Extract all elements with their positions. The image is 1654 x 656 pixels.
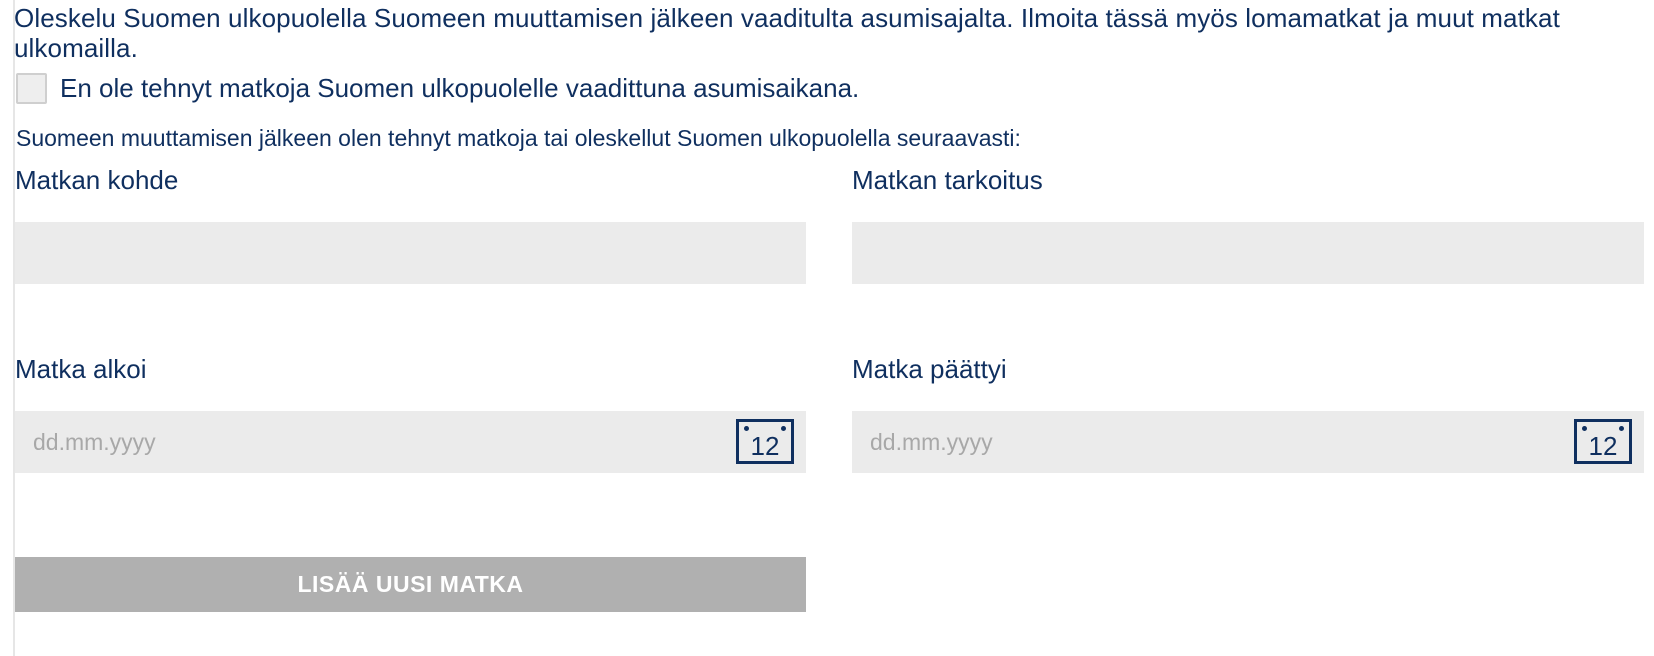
end-date-label: Matka päättyi: [852, 354, 1007, 384]
calendar-ring-dot: [781, 426, 786, 431]
calendar-icon-number: 12: [1588, 431, 1618, 461]
no-trips-option[interactable]: En ole tehnyt matkoja Suomen ulkopuolell…: [16, 70, 859, 106]
end-date-field: 12: [852, 411, 1644, 473]
start-date-label: Matka alkoi: [15, 354, 147, 384]
destination-label: Matkan kohde: [15, 165, 179, 195]
calendar-icon[interactable]: 12: [1574, 419, 1632, 464]
end-date-input[interactable]: [852, 411, 1644, 473]
calendar-icon-number: 12: [750, 431, 780, 461]
no-trips-checkbox-label[interactable]: En ole tehnyt matkoja Suomen ulkopuolell…: [60, 73, 859, 103]
add-trip-button[interactable]: LISÄÄ UUSI MATKA: [15, 557, 806, 612]
section-heading: Oleskelu Suomen ulkopuolella Suomeen muu…: [14, 3, 1560, 63]
no-trips-checkbox[interactable]: [16, 72, 47, 104]
start-date-field: 12: [15, 411, 806, 473]
calendar-ring-dot: [1582, 426, 1587, 431]
calendar-icon[interactable]: 12: [736, 419, 794, 464]
intro-text: Suomeen muuttamisen jälkeen olen tehnyt …: [16, 125, 1021, 151]
calendar-ring-dot: [1619, 426, 1624, 431]
travel-form: Oleskelu Suomen ulkopuolella Suomeen muu…: [0, 0, 1654, 656]
start-date-input[interactable]: [15, 411, 806, 473]
purpose-input[interactable]: [852, 222, 1644, 284]
purpose-label: Matkan tarkoitus: [852, 165, 1043, 195]
calendar-ring-dot: [744, 426, 749, 431]
destination-input[interactable]: [15, 222, 806, 284]
